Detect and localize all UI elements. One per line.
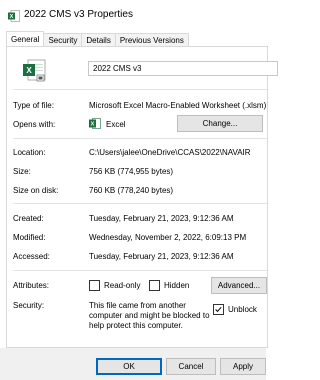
ok-button[interactable]: OK <box>96 358 162 375</box>
modified-value: Wednesday, November 2, 2022, 6:09:13 PM <box>89 233 247 242</box>
advanced-button[interactable]: Advanced... <box>211 277 267 294</box>
opens-with-label: Opens with: <box>13 120 56 129</box>
type-value: Microsoft Excel Macro-Enabled Worksheet … <box>89 101 267 110</box>
separator <box>13 138 267 139</box>
separator <box>13 89 267 90</box>
checkmark-icon <box>215 306 222 313</box>
svg-text:X: X <box>10 14 14 20</box>
security-label: Security: <box>13 301 45 310</box>
cancel-button[interactable]: Cancel <box>166 358 216 375</box>
accessed-label: Accessed: <box>13 252 50 261</box>
svg-text:X: X <box>91 122 95 128</box>
unblock-label: Unblock <box>228 305 257 314</box>
attributes-label: Attributes: <box>13 281 50 290</box>
created-label: Created: <box>13 214 44 223</box>
created-value: Tuesday, February 21, 2023, 9:12:36 AM <box>89 214 234 223</box>
excel-file-icon: X <box>8 10 20 22</box>
tab-general[interactable]: General <box>6 31 45 46</box>
security-message-line-2: computer and might be blocked to <box>89 311 210 320</box>
size-value: 756 KB (774,955 bytes) <box>89 167 174 176</box>
modified-label: Modified: <box>13 233 46 242</box>
security-message-line-1: This file came from another <box>89 301 186 310</box>
file-name-field[interactable] <box>88 61 278 76</box>
size-label: Size: <box>13 167 31 176</box>
read-only-checkbox[interactable] <box>89 280 100 291</box>
size-on-disk-value: 760 KB (778,240 bytes) <box>89 186 174 195</box>
security-message-line-3: help protect this computer. <box>89 321 183 330</box>
change-button[interactable]: Change... <box>177 115 263 132</box>
svg-text:X: X <box>26 66 32 75</box>
apply-button[interactable]: Apply <box>220 358 266 375</box>
dialog-footer: OK Cancel Apply <box>0 348 266 380</box>
tab-details[interactable]: Details <box>81 33 116 46</box>
tab-bar: General Security Details Previous Versio… <box>6 31 189 46</box>
hidden-checkbox[interactable] <box>149 280 160 291</box>
separator <box>13 203 267 204</box>
size-on-disk-label: Size on disk: <box>13 186 59 195</box>
type-label: Type of file: <box>13 101 54 110</box>
read-only-label: Read-only <box>104 281 141 290</box>
opens-with-value: Excel <box>106 120 126 129</box>
tab-security[interactable]: Security <box>43 33 83 46</box>
excel-app-icon: X <box>89 118 101 129</box>
unblock-checkbox[interactable] <box>213 304 224 315</box>
tab-previous-versions[interactable]: Previous Versions <box>114 33 189 46</box>
title-bar: X 2022 CMS v3 Properties <box>0 0 266 30</box>
window-title: 2022 CMS v3 Properties <box>24 9 133 20</box>
general-panel: X Type of file: Microsoft Excel Macro-En… <box>6 46 278 348</box>
accessed-value: Tuesday, February 21, 2023, 9:12:36 AM <box>89 252 234 261</box>
location-value: C:\Users\jalee\OneDrive\CCAS\2022\NAVAIR <box>89 148 251 157</box>
separator <box>13 270 267 271</box>
location-label: Location: <box>13 148 46 157</box>
excel-file-large-icon: X <box>23 59 46 82</box>
hidden-label: Hidden <box>164 281 190 290</box>
